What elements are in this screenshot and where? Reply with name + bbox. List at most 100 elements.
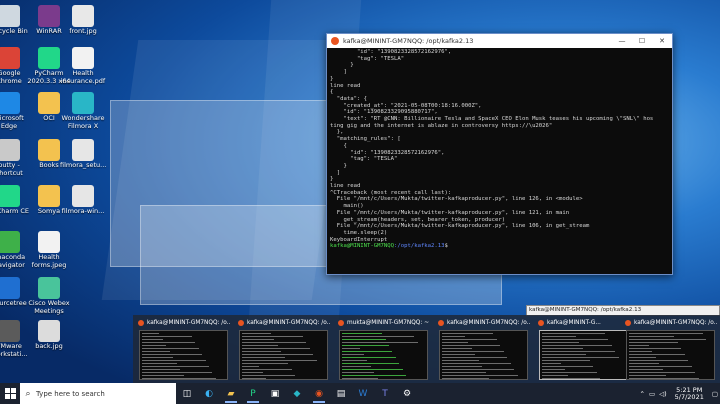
thumbnail-label: kafka@MININT-GM7NQQ: /o...: [247, 320, 331, 326]
desktop-icon[interactable]: filmora-win...: [60, 185, 106, 216]
clock[interactable]: 5:21 PM 5/7/2021: [669, 386, 710, 401]
ubuntu-icon: [625, 320, 631, 326]
thumbnail-preview: [239, 330, 328, 380]
filmora-icon: [72, 92, 94, 114]
terminal-line: "tag": "TESLA": [330, 55, 405, 62]
thumbnail-label: kafka@MININT-G...: [547, 320, 601, 326]
terminal-line: ]: [330, 69, 347, 76]
notification-icon[interactable]: ▢: [710, 390, 720, 398]
terminal-line: File "/mnt/c/Users/Mukta/twitter-kafkapr…: [330, 223, 590, 230]
folder-icon: [38, 139, 60, 161]
terminal-line: "created_at": "2021-05-08T00:18:16.000Z"…: [330, 102, 482, 109]
ubuntu-icon: [538, 320, 544, 326]
desktop-icon[interactable]: Health forms.jpeg: [26, 231, 72, 269]
taskbar-preview-strip: kafka@MININT-GM7NQQ: /o... kafka@MININT-G…: [133, 315, 720, 383]
window-thumbnail[interactable]: kafka@MININT-GM7NQQ: /o...: [236, 318, 331, 382]
terminal-title: kafka@MININT-GM7NQQ: /opt/kafka2.13: [343, 37, 474, 45]
pycharm-icon: [38, 47, 60, 69]
desktop-icon[interactable]: Cisco Webex Meetings: [26, 277, 72, 315]
terminal-titlebar[interactable]: kafka@MININT-GM7NQQ: /opt/kafka2.13 — ☐ …: [327, 34, 672, 48]
terminal-output[interactable]: "id": "1390823328572162976", "tag": "TES…: [327, 48, 672, 251]
desktop-icon[interactable]: front.jpg: [60, 5, 106, 36]
terminal-line: "id": "1390823328572162976",: [330, 149, 445, 156]
image-file-icon: [38, 320, 60, 342]
network-icon[interactable]: ▭: [647, 390, 657, 398]
ubuntu-icon: [138, 320, 144, 326]
terminal-line: ]: [330, 169, 341, 176]
word-icon[interactable]: W: [352, 383, 374, 404]
desktop-icon[interactable]: Wondershare Filmora X: [60, 92, 106, 130]
filmora-icon[interactable]: ◆: [286, 383, 308, 404]
terminal-line: line read: [330, 183, 361, 190]
search-placeholder: Type here to search: [36, 389, 105, 398]
thumbnail-preview: [439, 330, 528, 380]
chrome-icon: [0, 47, 20, 69]
window-thumbnail[interactable]: kafka@MININT-G...: [536, 318, 631, 382]
taskbar: ⌕ Type here to search ◫ ◐ ▰ P ▣ ◆ ◉ ▤ W T ⚙ ⌃ ▭ ◁)…: [0, 383, 720, 404]
terminal-line: File "/mnt/c/Users/Mukta/twitter-kafkapr…: [330, 209, 570, 216]
settings-icon[interactable]: ⚙: [396, 383, 418, 404]
terminal-icon[interactable]: ▣: [264, 383, 286, 404]
thumbnail-label: kafka@MININT-GM7NQQ: /o...: [634, 320, 718, 326]
search-box[interactable]: ⌕ Type here to search: [20, 383, 176, 404]
chevron-up-icon[interactable]: ⌃: [637, 390, 646, 398]
minimize-button[interactable]: —: [612, 37, 632, 45]
installer-icon: [72, 139, 94, 161]
thumbnail-label: kafka@MININT-GM7NQQ: /o...: [147, 320, 231, 326]
close-button[interactable]: ✕: [652, 37, 672, 45]
ubuntu-icon: [331, 37, 339, 45]
volume-icon[interactable]: ◁): [657, 390, 669, 398]
notepad-icon[interactable]: ▤: [330, 383, 352, 404]
window-thumbnail[interactable]: kafka@MININT-GM7NQQ: /o...: [623, 318, 718, 382]
terminal-line: }: [330, 75, 334, 82]
ubuntu-icon: [238, 320, 244, 326]
desktop-icon-label: Health forms.jpeg: [31, 253, 67, 269]
teams-icon[interactable]: T: [374, 383, 396, 404]
desktop-icon-label: Health insurance.pdf: [60, 69, 106, 85]
task-view-icon[interactable]: ◫: [176, 383, 198, 404]
window-thumbnail[interactable]: mukta@MININT-GM7NQQ: ~: [336, 318, 431, 382]
terminal-line: get_stream(headers, set, bearer_token, p…: [330, 216, 506, 223]
pycharm-icon[interactable]: P: [242, 383, 264, 404]
ubuntu-icon: [338, 320, 344, 326]
prompt-symbol: $: [444, 243, 448, 250]
terminal-window[interactable]: kafka@MININT-GM7NQQ: /opt/kafka2.13 — ☐ …: [326, 33, 673, 275]
thumbnail-preview: [339, 330, 428, 380]
terminal-line: "matching_rules": [: [330, 136, 401, 143]
terminal-line: line read: [330, 82, 361, 89]
ubuntu-icon: [438, 320, 444, 326]
terminal-line: "text": "RT @CNN: Billionaire Tesla and …: [330, 116, 654, 123]
image-file-icon: [38, 231, 60, 253]
thumbnail-preview: [139, 330, 228, 380]
window-thumbnail[interactable]: kafka@MININT-GM7NQQ: /o...: [436, 318, 531, 382]
folder-icon[interactable]: ▰: [220, 383, 242, 404]
ubuntu-icon[interactable]: ◉: [308, 383, 330, 404]
desktop-icon[interactable]: filmora_setu...: [60, 139, 106, 170]
prompt-path: :/opt/kafka2.13: [394, 243, 445, 250]
edge-icon[interactable]: ◐: [198, 383, 220, 404]
start-button[interactable]: [0, 383, 20, 404]
window-thumbnail[interactable]: kafka@MININT-GM7NQQ: /o...: [136, 318, 231, 382]
desktop-icon-label: back.jpg: [35, 342, 63, 350]
installer-icon: [72, 185, 94, 207]
terminal-line: main(): [330, 203, 364, 210]
thumbnail-label: mukta@MININT-GM7NQQ: ~: [347, 320, 430, 326]
desktop-icon[interactable]: Health insurance.pdf: [60, 47, 106, 85]
terminal-line: "id": "1390823328572162976",: [330, 49, 452, 55]
prompt-user: kafka@MININT-GM7NQQ: [330, 243, 394, 250]
webex-icon: [38, 277, 60, 299]
anaconda-icon: [0, 231, 20, 253]
folder-icon: [38, 185, 60, 207]
edge-icon: [0, 92, 20, 114]
terminal-line: File "/mnt/c/Users/Mukta/twitter-kafkapr…: [330, 196, 583, 203]
thumbnail-preview: [626, 330, 715, 380]
windows-logo-icon: [4, 388, 16, 399]
folder-icon: [38, 92, 60, 114]
thumbnail-label: kafka@MININT-GM7NQQ: /o...: [447, 320, 531, 326]
maximize-button[interactable]: ☐: [632, 37, 652, 45]
vmware-icon: [0, 320, 20, 342]
terminal-line: {: [330, 142, 347, 149]
desktop-icon[interactable]: back.jpg: [26, 320, 72, 351]
recycle-bin-icon: [0, 5, 20, 27]
terminal-line: "data": {: [330, 95, 368, 102]
